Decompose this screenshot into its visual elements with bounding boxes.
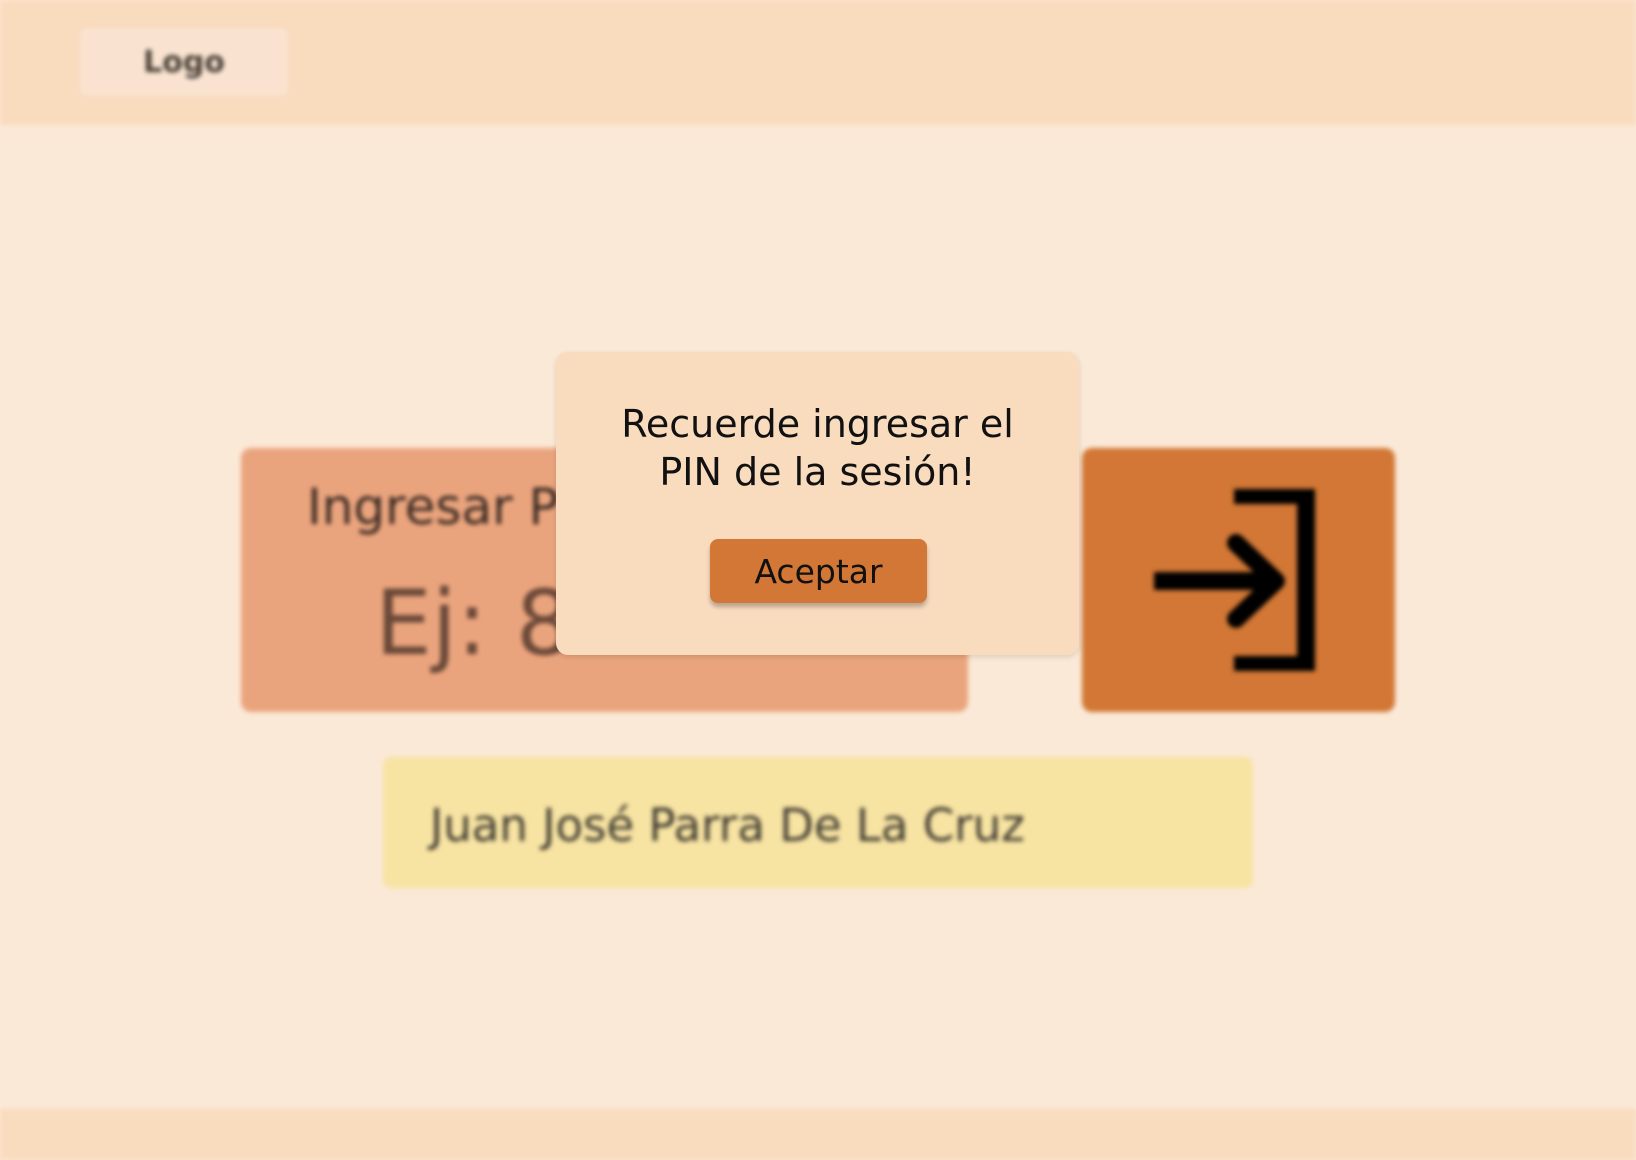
app-root: Logo Ingresar PIN Juan José Parra De La … xyxy=(0,0,1636,1160)
user-name: Juan José Parra De La Cruz xyxy=(430,799,1025,852)
dialog-message: Recuerde ingresar el PIN de la sesión! xyxy=(556,400,1079,496)
login-enter-icon xyxy=(1153,489,1315,671)
dialog-message-line-2: PIN de la sesión! xyxy=(659,450,976,494)
dialog-message-line-1: Recuerde ingresar el xyxy=(621,402,1014,446)
pin-reminder-dialog: Recuerde ingresar el PIN de la sesión! A… xyxy=(556,352,1079,655)
user-name-card: Juan José Parra De La Cruz xyxy=(383,757,1253,888)
logo: Logo xyxy=(80,28,288,96)
top-header: Logo xyxy=(0,0,1636,125)
accept-button[interactable]: Aceptar xyxy=(710,539,927,603)
login-button[interactable] xyxy=(1082,448,1395,712)
bottom-footer xyxy=(0,1109,1636,1160)
